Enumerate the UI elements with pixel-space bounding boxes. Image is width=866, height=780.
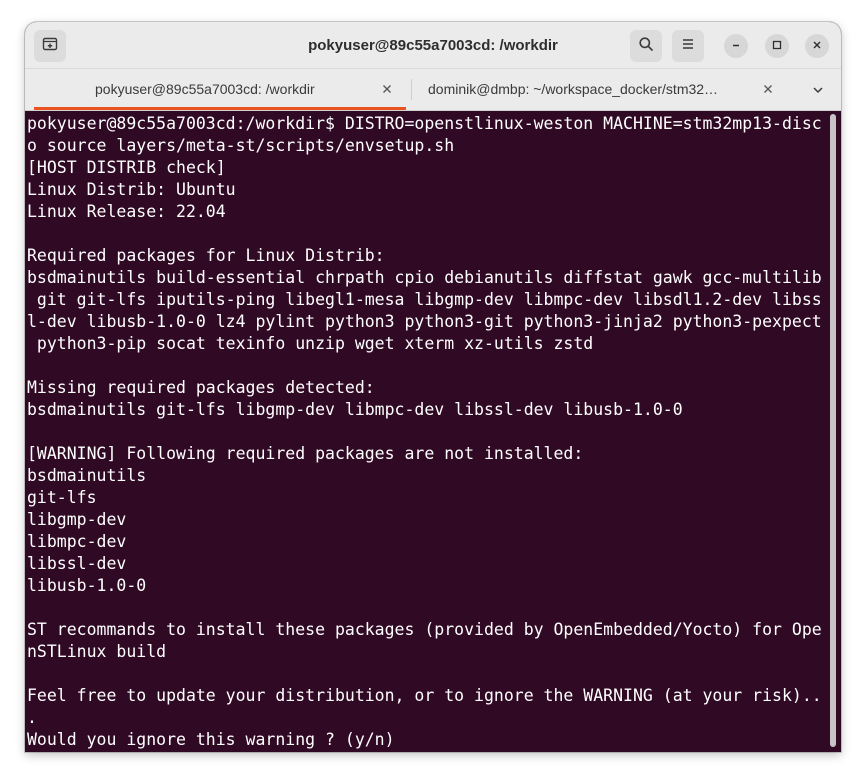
terminal-line: python3-pip socat texinfo unzip wget xte… bbox=[27, 334, 594, 353]
new-tab-icon bbox=[42, 36, 58, 57]
terminal-line: libmpc-dev bbox=[27, 532, 127, 551]
terminal-line: Would you ignore this warning ? (y/n) bbox=[27, 730, 395, 749]
close-icon bbox=[812, 37, 822, 55]
terminal-scrollbar[interactable] bbox=[830, 114, 836, 747]
terminal-line: bsdmainutils git-lfs libgmp-dev libmpc-d… bbox=[27, 400, 683, 419]
headerbar: pokyuser@89c55a7003cd: /workdir bbox=[25, 22, 841, 69]
terminal-line: Linux Distrib: Ubuntu bbox=[27, 180, 236, 199]
search-icon bbox=[638, 36, 654, 57]
close-button[interactable] bbox=[805, 34, 829, 58]
terminal-line: [WARNING] Following required packages ar… bbox=[27, 444, 584, 463]
terminal-line: git-lfs bbox=[27, 488, 97, 507]
close-icon bbox=[764, 85, 772, 93]
terminal-line: libgmp-dev bbox=[27, 510, 127, 529]
tab-divider bbox=[411, 79, 412, 100]
terminal-window: pokyuser@89c55a7003cd: /workdir pokyuser… bbox=[25, 22, 841, 752]
maximize-button[interactable] bbox=[765, 34, 789, 58]
terminal-line: pokyuser@89c55a7003cd:/workdir$ DISTRO=o… bbox=[27, 114, 822, 133]
tab-bar: pokyuser@89c55a7003cd: /workdir dominik@… bbox=[25, 69, 841, 111]
terminal-line: [HOST DISTRIB check] bbox=[27, 158, 226, 177]
terminal-line: Feel free to update your distribution, o… bbox=[27, 686, 822, 705]
terminal-line: Missing required packages detected: bbox=[27, 378, 375, 397]
terminal-output[interactable]: pokyuser@89c55a7003cd:/workdir$ DISTRO=o… bbox=[27, 113, 831, 752]
terminal-line: nSTLinux build bbox=[27, 642, 167, 661]
active-tab-indicator bbox=[34, 107, 406, 110]
main-menu-button[interactable] bbox=[672, 30, 704, 62]
terminal-line: o source layers/meta-st/scripts/envsetup… bbox=[27, 136, 455, 155]
minimize-button[interactable] bbox=[724, 34, 748, 58]
close-icon bbox=[383, 85, 391, 93]
terminal-line: git git-lfs iputils-ping libegl1-mesa li… bbox=[27, 290, 822, 309]
window-title: pokyuser@89c55a7003cd: /workdir bbox=[308, 37, 558, 54]
minimize-icon bbox=[731, 37, 741, 55]
maximize-icon bbox=[772, 37, 782, 55]
tabs-overview-button[interactable] bbox=[809, 81, 827, 99]
terminal-line: l-dev libusb-1.0-0 lz4 pylint python3 py… bbox=[27, 312, 822, 331]
search-button[interactable] bbox=[630, 30, 662, 62]
terminal-line: ST recommands to install these packages … bbox=[27, 620, 822, 639]
terminal-line: . bbox=[27, 708, 37, 727]
tab-close-button[interactable] bbox=[379, 81, 395, 97]
new-tab-button[interactable] bbox=[34, 30, 66, 62]
tab-label: dominik@dmbp: ~/workspace_docker/stm32… bbox=[428, 81, 719, 97]
hamburger-menu-icon bbox=[680, 36, 696, 57]
terminal-line: libusb-1.0-0 bbox=[27, 576, 147, 595]
terminal-line: Linux Release: 22.04 bbox=[27, 202, 226, 221]
terminal-line: bsdmainutils build-essential chrpath cpi… bbox=[27, 268, 822, 287]
terminal-line: libssl-dev bbox=[27, 554, 127, 573]
terminal-line: bsdmainutils bbox=[27, 466, 147, 485]
tab-dominik[interactable]: dominik@dmbp: ~/workspace_docker/stm32… bbox=[413, 69, 785, 110]
terminal-line: Required packages for Linux Distrib: bbox=[27, 246, 385, 265]
chevron-down-icon bbox=[813, 87, 823, 94]
tab-close-button[interactable] bbox=[760, 81, 776, 97]
tab-label: pokyuser@89c55a7003cd: /workdir bbox=[95, 81, 315, 97]
tab-pokyuser[interactable]: pokyuser@89c55a7003cd: /workdir bbox=[34, 69, 406, 110]
